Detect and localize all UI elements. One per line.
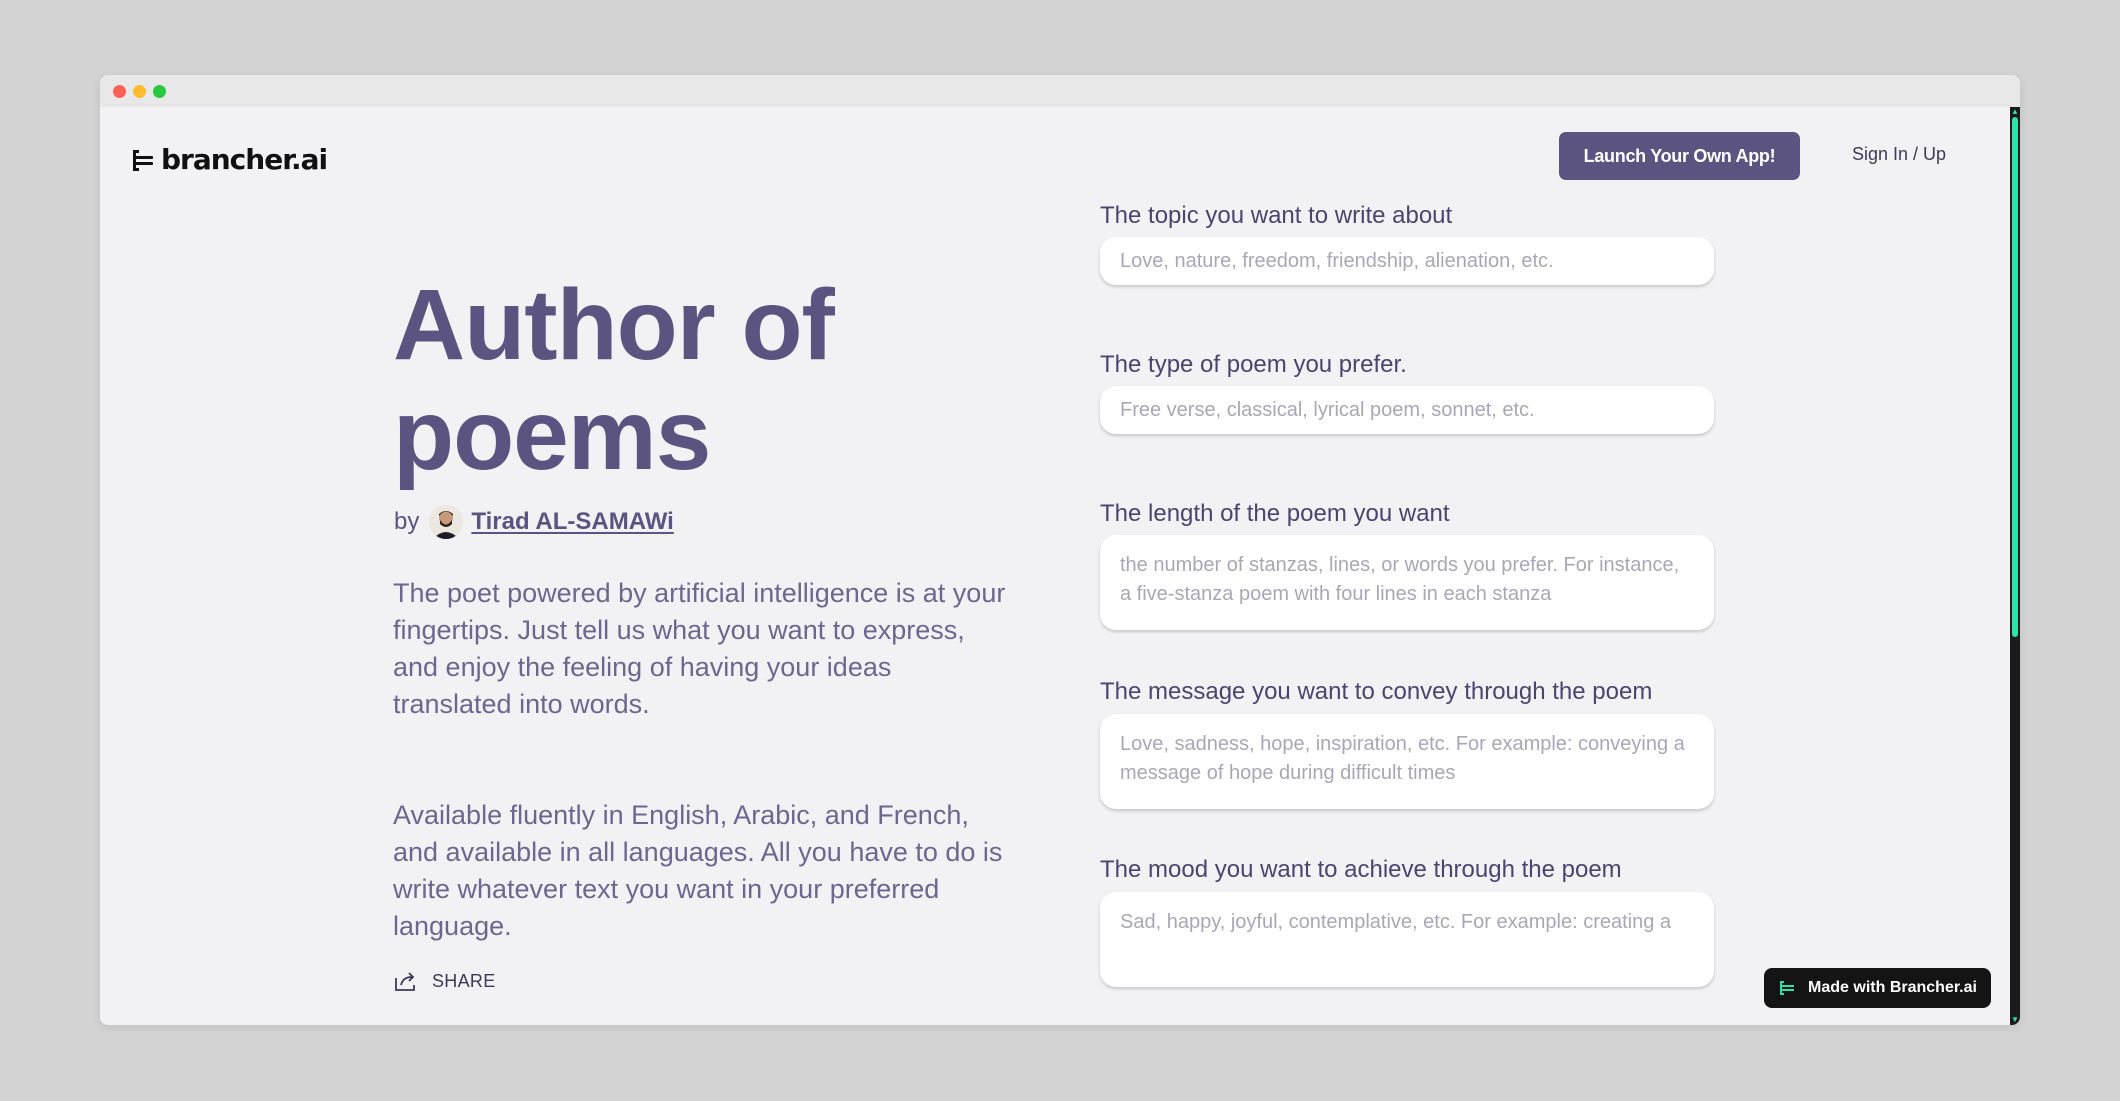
scroll-up-icon[interactable]: ▲	[2011, 108, 2019, 116]
poem-mood-label: The mood you want to achieve through the…	[1100, 856, 1622, 883]
byline: by Tirad AL-SAMAWi	[394, 505, 674, 539]
poem-length-label: The length of the poem you want	[1100, 500, 1450, 527]
topic-input[interactable]: Love, nature, freedom, friendship, alien…	[1100, 237, 1714, 285]
page-title: Author of poems	[393, 269, 835, 491]
brancher-logo-icon	[133, 149, 153, 171]
scroll-down-icon[interactable]: ▼	[2011, 1016, 2019, 1024]
poem-message-input[interactable]: Love, sadness, hope, inspiration, etc. F…	[1100, 714, 1714, 809]
author-avatar	[429, 505, 464, 539]
page-scrollbar[interactable]: ▲ ▼	[2010, 107, 2020, 1025]
description-paragraph: The poet powered by artificial intellige…	[393, 578, 1006, 719]
window-titlebar	[100, 75, 2020, 107]
browser-window: brancher.ai Launch Your Own App! Sign In…	[100, 75, 2020, 1025]
author-link[interactable]: Tirad AL-SAMAWi	[471, 508, 673, 536]
by-label: by	[394, 508, 420, 535]
share-icon	[395, 972, 415, 991]
poem-type-input[interactable]: Free verse, classical, lyrical poem, son…	[1100, 386, 1714, 434]
launch-app-button[interactable]: Launch Your Own App!	[1559, 132, 1800, 180]
close-window-button[interactable]	[113, 85, 126, 98]
brand-logo[interactable]: brancher.ai	[132, 143, 328, 176]
brancher-mark-icon	[1780, 981, 1795, 995]
author-avatar-icon	[429, 505, 464, 539]
brand-name: brancher.ai	[161, 143, 328, 176]
poem-length-input[interactable]: the number of stanzas, lines, or words y…	[1100, 535, 1714, 630]
topic-label: The topic you want to write about	[1100, 202, 1453, 229]
poem-mood-input[interactable]: Sad, happy, joyful, contemplative, etc. …	[1100, 892, 1714, 987]
made-with-badge[interactable]: Made with Brancher.ai	[1764, 968, 1991, 1008]
scrollbar-thumb[interactable]	[2012, 117, 2018, 637]
maximize-window-button[interactable]	[153, 85, 166, 98]
sign-in-link[interactable]: Sign In / Up	[1852, 144, 1946, 165]
poem-message-label: The message you want to convey through t…	[1100, 678, 1653, 705]
share-label: SHARE	[432, 970, 496, 991]
languages-paragraph: Available fluently in English, Arabic, a…	[393, 800, 1003, 941]
minimize-window-button[interactable]	[133, 85, 146, 98]
poem-type-label: The type of poem you prefer.	[1100, 351, 1407, 378]
share-button[interactable]: SHARE	[394, 970, 496, 992]
made-with-label: Made with Brancher.ai	[1808, 979, 1977, 996]
